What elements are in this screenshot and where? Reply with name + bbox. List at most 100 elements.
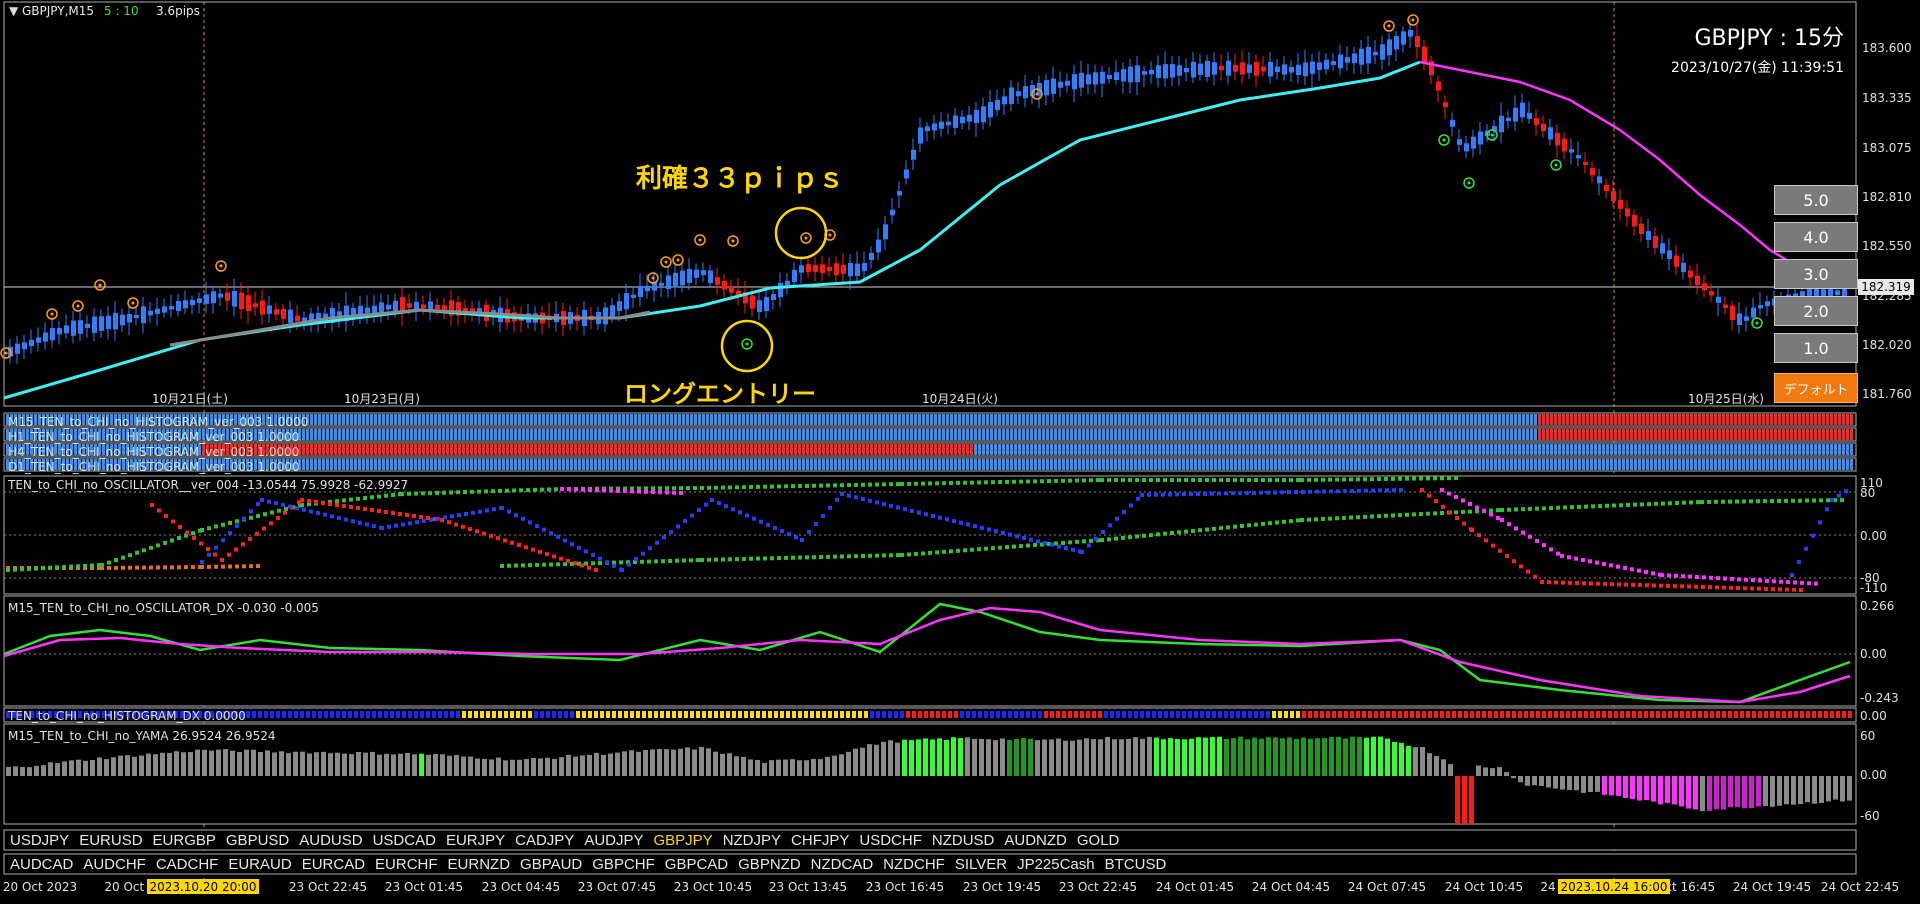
yama-bar	[559, 757, 564, 776]
histogram-cell	[1502, 429, 1505, 440]
osc-dot-blue	[994, 529, 998, 534]
yama-bar	[986, 739, 991, 776]
osc-dot-green	[207, 526, 211, 531]
osc-dot-green2	[1496, 508, 1500, 513]
symbol-gold[interactable]: GOLD	[1077, 832, 1120, 849]
histogram-cell	[334, 429, 337, 440]
osc-dot-blue	[436, 516, 440, 521]
histogram-cell	[330, 429, 333, 440]
tf-button-4[interactable]: 4.0	[1774, 222, 1858, 252]
main-chart-panel[interactable]	[3, 1, 1857, 407]
histogram-cell	[1590, 414, 1593, 425]
symbol-eurusd[interactable]: EURUSD	[79, 832, 142, 849]
symbol-audchf[interactable]: AUDCHF	[83, 856, 146, 873]
symbol-audjpy[interactable]: AUDJPY	[584, 832, 643, 849]
symbol-eurcad[interactable]: EURCAD	[302, 856, 365, 873]
tf-button-1[interactable]: 1.0	[1774, 333, 1858, 363]
yama-bar	[1700, 776, 1705, 812]
yama-bar	[776, 759, 781, 776]
symbol-nzdcad[interactable]: NZDCAD	[811, 856, 874, 873]
symbol-chfjpy[interactable]: CHFJPY	[791, 832, 849, 849]
price-axis[interactable]: 183.600183.335183.075182.810182.550182.2…	[1862, 41, 1912, 401]
symbol-gbpusd[interactable]: GBPUSD	[226, 832, 289, 849]
symbol-audusd[interactable]: AUDUSD	[299, 832, 362, 849]
symbol-nzdusd[interactable]: NZDUSD	[932, 832, 995, 849]
histogram-dx-cell	[744, 711, 748, 718]
yama-tick: -60	[1860, 809, 1880, 823]
histogram-cell	[754, 414, 757, 425]
osc-dot-blue	[773, 526, 777, 530]
symbol-cadjpy[interactable]: CADJPY	[515, 832, 574, 849]
histogram-cell	[314, 459, 317, 470]
osc-dot-green	[249, 515, 253, 520]
symbol-gbpchf[interactable]: GBPCHF	[592, 856, 655, 873]
histogram-cell	[878, 444, 881, 455]
histogram-cell	[1162, 429, 1165, 440]
histogram-cell	[926, 414, 929, 425]
histogram-cell	[734, 444, 737, 455]
histogram-cell	[502, 429, 505, 440]
candle-body	[722, 280, 727, 290]
histogram-dx-cell	[780, 711, 784, 718]
osc-tick: 0.00	[1860, 529, 1887, 543]
symbol-usdcad[interactable]: USDCAD	[373, 832, 436, 849]
histogram-cell	[690, 459, 693, 470]
symbol-cadchf[interactable]: CADCHF	[156, 856, 219, 873]
tf-button-3[interactable]: 3.0	[1774, 259, 1858, 289]
histogram-cell	[982, 459, 985, 470]
osc-dot-green2	[956, 548, 960, 553]
candle-body	[1296, 64, 1301, 76]
histogram-cell	[570, 444, 573, 455]
symbol-eurjpy[interactable]: EURJPY	[446, 832, 505, 849]
symbol-jp225cash[interactable]: JP225Cash	[1017, 856, 1095, 873]
histogram-cell	[626, 459, 629, 470]
histogram-dx-cell	[1410, 711, 1414, 718]
yama-bar	[818, 759, 823, 776]
symbol-eurchf[interactable]: EURCHF	[375, 856, 438, 873]
histogram-cell	[586, 444, 589, 455]
osc-dot-green2	[1577, 504, 1581, 509]
histogram-cell	[842, 459, 845, 470]
symbol-usdchf[interactable]: USDCHF	[859, 832, 922, 849]
symbol-gbpaud[interactable]: GBPAUD	[520, 856, 582, 873]
buy-signal-dot	[1467, 181, 1471, 185]
yama-bar	[482, 758, 487, 776]
symbol-btcusd[interactable]: BTCUSD	[1105, 856, 1167, 873]
osc-dot-green2	[1328, 516, 1332, 521]
symbol-eurgbp[interactable]: EURGBP	[153, 832, 216, 849]
histogram-cell	[1206, 414, 1209, 425]
chart-canvas[interactable]: 利確３３ｐｉｐｓ ロングエントリー ▼ GBPJPY,M15 5 : 10 3.…	[0, 0, 1920, 904]
candle-body	[29, 339, 34, 347]
symbol-nzdjpy[interactable]: NZDJPY	[723, 832, 781, 849]
histogram-cell	[1702, 429, 1705, 440]
default-button[interactable]: デフォルト	[1774, 373, 1858, 403]
symbol-eurnzd[interactable]: EURNZD	[448, 856, 511, 873]
histogram-cell	[1094, 444, 1097, 455]
histogram-cell	[862, 444, 865, 455]
histogram-dx-cell	[1818, 711, 1822, 718]
histogram-cell	[1022, 429, 1025, 440]
symbol-silver[interactable]: SILVER	[955, 856, 1007, 873]
tf-button-2[interactable]: 2.0	[1774, 296, 1858, 326]
symbol-usdjpy[interactable]: USDJPY	[10, 832, 69, 849]
symbol-euraud[interactable]: EURAUD	[228, 856, 291, 873]
histogram-cell	[798, 444, 801, 455]
histogram-cell	[718, 459, 721, 470]
osc-dot-green	[1314, 477, 1318, 482]
osc-dot-green2	[735, 557, 739, 562]
symbol-gbpcad[interactable]: GBPCAD	[665, 856, 728, 873]
symbol-audcad[interactable]: AUDCAD	[10, 856, 73, 873]
histogram-dx-cell	[678, 711, 682, 718]
symbol-audnzd[interactable]: AUDNZD	[1004, 832, 1067, 849]
symbol-gbpjpy[interactable]: GBPJPY	[654, 832, 713, 849]
tf-button-5[interactable]: 5.0	[1774, 185, 1858, 215]
histogram-cell	[626, 444, 629, 455]
histogram-cell	[1574, 459, 1577, 470]
histogram-cell	[1042, 459, 1045, 470]
osc-dot-green2	[1300, 518, 1304, 522]
symbol-gbpnzd[interactable]: GBPNZD	[738, 856, 801, 873]
histogram-cell	[1618, 459, 1621, 470]
histogram-cell	[422, 459, 425, 470]
histogram-cell	[1162, 459, 1165, 470]
symbol-nzdchf[interactable]: NZDCHF	[883, 856, 945, 873]
